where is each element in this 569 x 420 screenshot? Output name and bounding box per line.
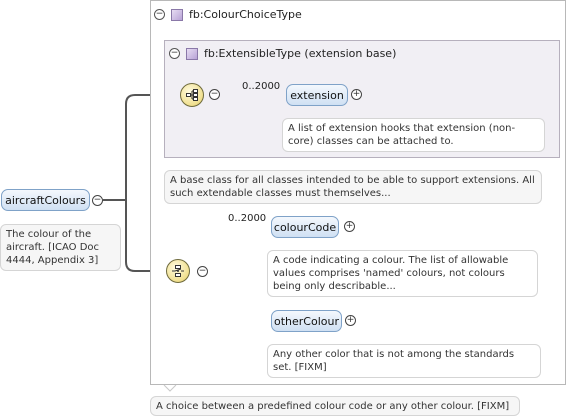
aircraft-colours-label: aircraftColours: [5, 193, 86, 207]
extensible-type-header: − fb:ExtensibleType (extension base): [169, 47, 396, 60]
colour-code-label: colourCode: [273, 220, 337, 234]
aircraft-colours-collapse-icon[interactable]: −: [92, 195, 103, 206]
colour-choice-type-note: A choice between a predefined colour cod…: [150, 396, 520, 416]
choice-multiplicity: 0..2000: [228, 213, 267, 224]
colour-code-note-text: A code indicating a colour. The list of …: [273, 255, 509, 292]
choice-compositor-icon[interactable]: [166, 259, 190, 283]
aircraft-colours-note-text: The colour of the aircraft. [ICAO Doc 44…: [6, 229, 100, 266]
choice-collapse-icon[interactable]: −: [197, 266, 208, 277]
colour-choice-type-label: fb:ColourChoiceType: [189, 8, 302, 21]
sequence-collapse-icon[interactable]: −: [209, 89, 220, 100]
other-colour-element[interactable]: otherColour: [271, 310, 342, 332]
extensible-type-label: fb:ExtensibleType (extension base): [204, 47, 397, 60]
aircraft-colours-element[interactable]: aircraftColours: [1, 189, 90, 211]
sequence-multiplicity: 0..2000: [242, 81, 281, 92]
sequence-compositor-icon[interactable]: [180, 83, 204, 107]
sequence-glyph-icon: [186, 89, 198, 101]
other-colour-note: Any other color that is not among the st…: [267, 344, 541, 378]
complex-type-icon: [171, 8, 183, 21]
other-colour-label: otherColour: [274, 314, 339, 328]
colour-choice-type-note-text: A choice between a predefined colour cod…: [156, 401, 510, 412]
other-colour-note-text: Any other color that is not among the st…: [273, 349, 515, 373]
aircraft-colours-note: The colour of the aircraft. [ICAO Doc 44…: [0, 224, 121, 271]
extension-expand-icon[interactable]: +: [351, 89, 362, 100]
extension-note: A list of extension hooks that extension…: [282, 118, 545, 152]
extensible-type-note-text: A base class for all classes intended to…: [170, 175, 535, 199]
colour-code-note: A code indicating a colour. The list of …: [267, 250, 538, 297]
extensible-type-note: A base class for all classes intended to…: [164, 170, 542, 204]
extension-label: extension: [290, 88, 344, 102]
other-colour-expand-icon[interactable]: +: [345, 315, 356, 326]
extension-note-text: A list of extension hooks that extension…: [288, 123, 516, 147]
collapse-outer-icon[interactable]: −: [154, 9, 165, 20]
choice-glyph-icon: [172, 265, 184, 277]
colour-code-element[interactable]: colourCode: [271, 216, 339, 238]
base-type-icon: [186, 47, 198, 60]
colour-choice-type-header: − fb:ColourChoiceType: [154, 8, 302, 21]
collapse-inner-icon[interactable]: −: [169, 48, 180, 59]
colour-code-expand-icon[interactable]: +: [344, 221, 355, 232]
extension-element[interactable]: extension: [286, 84, 348, 106]
